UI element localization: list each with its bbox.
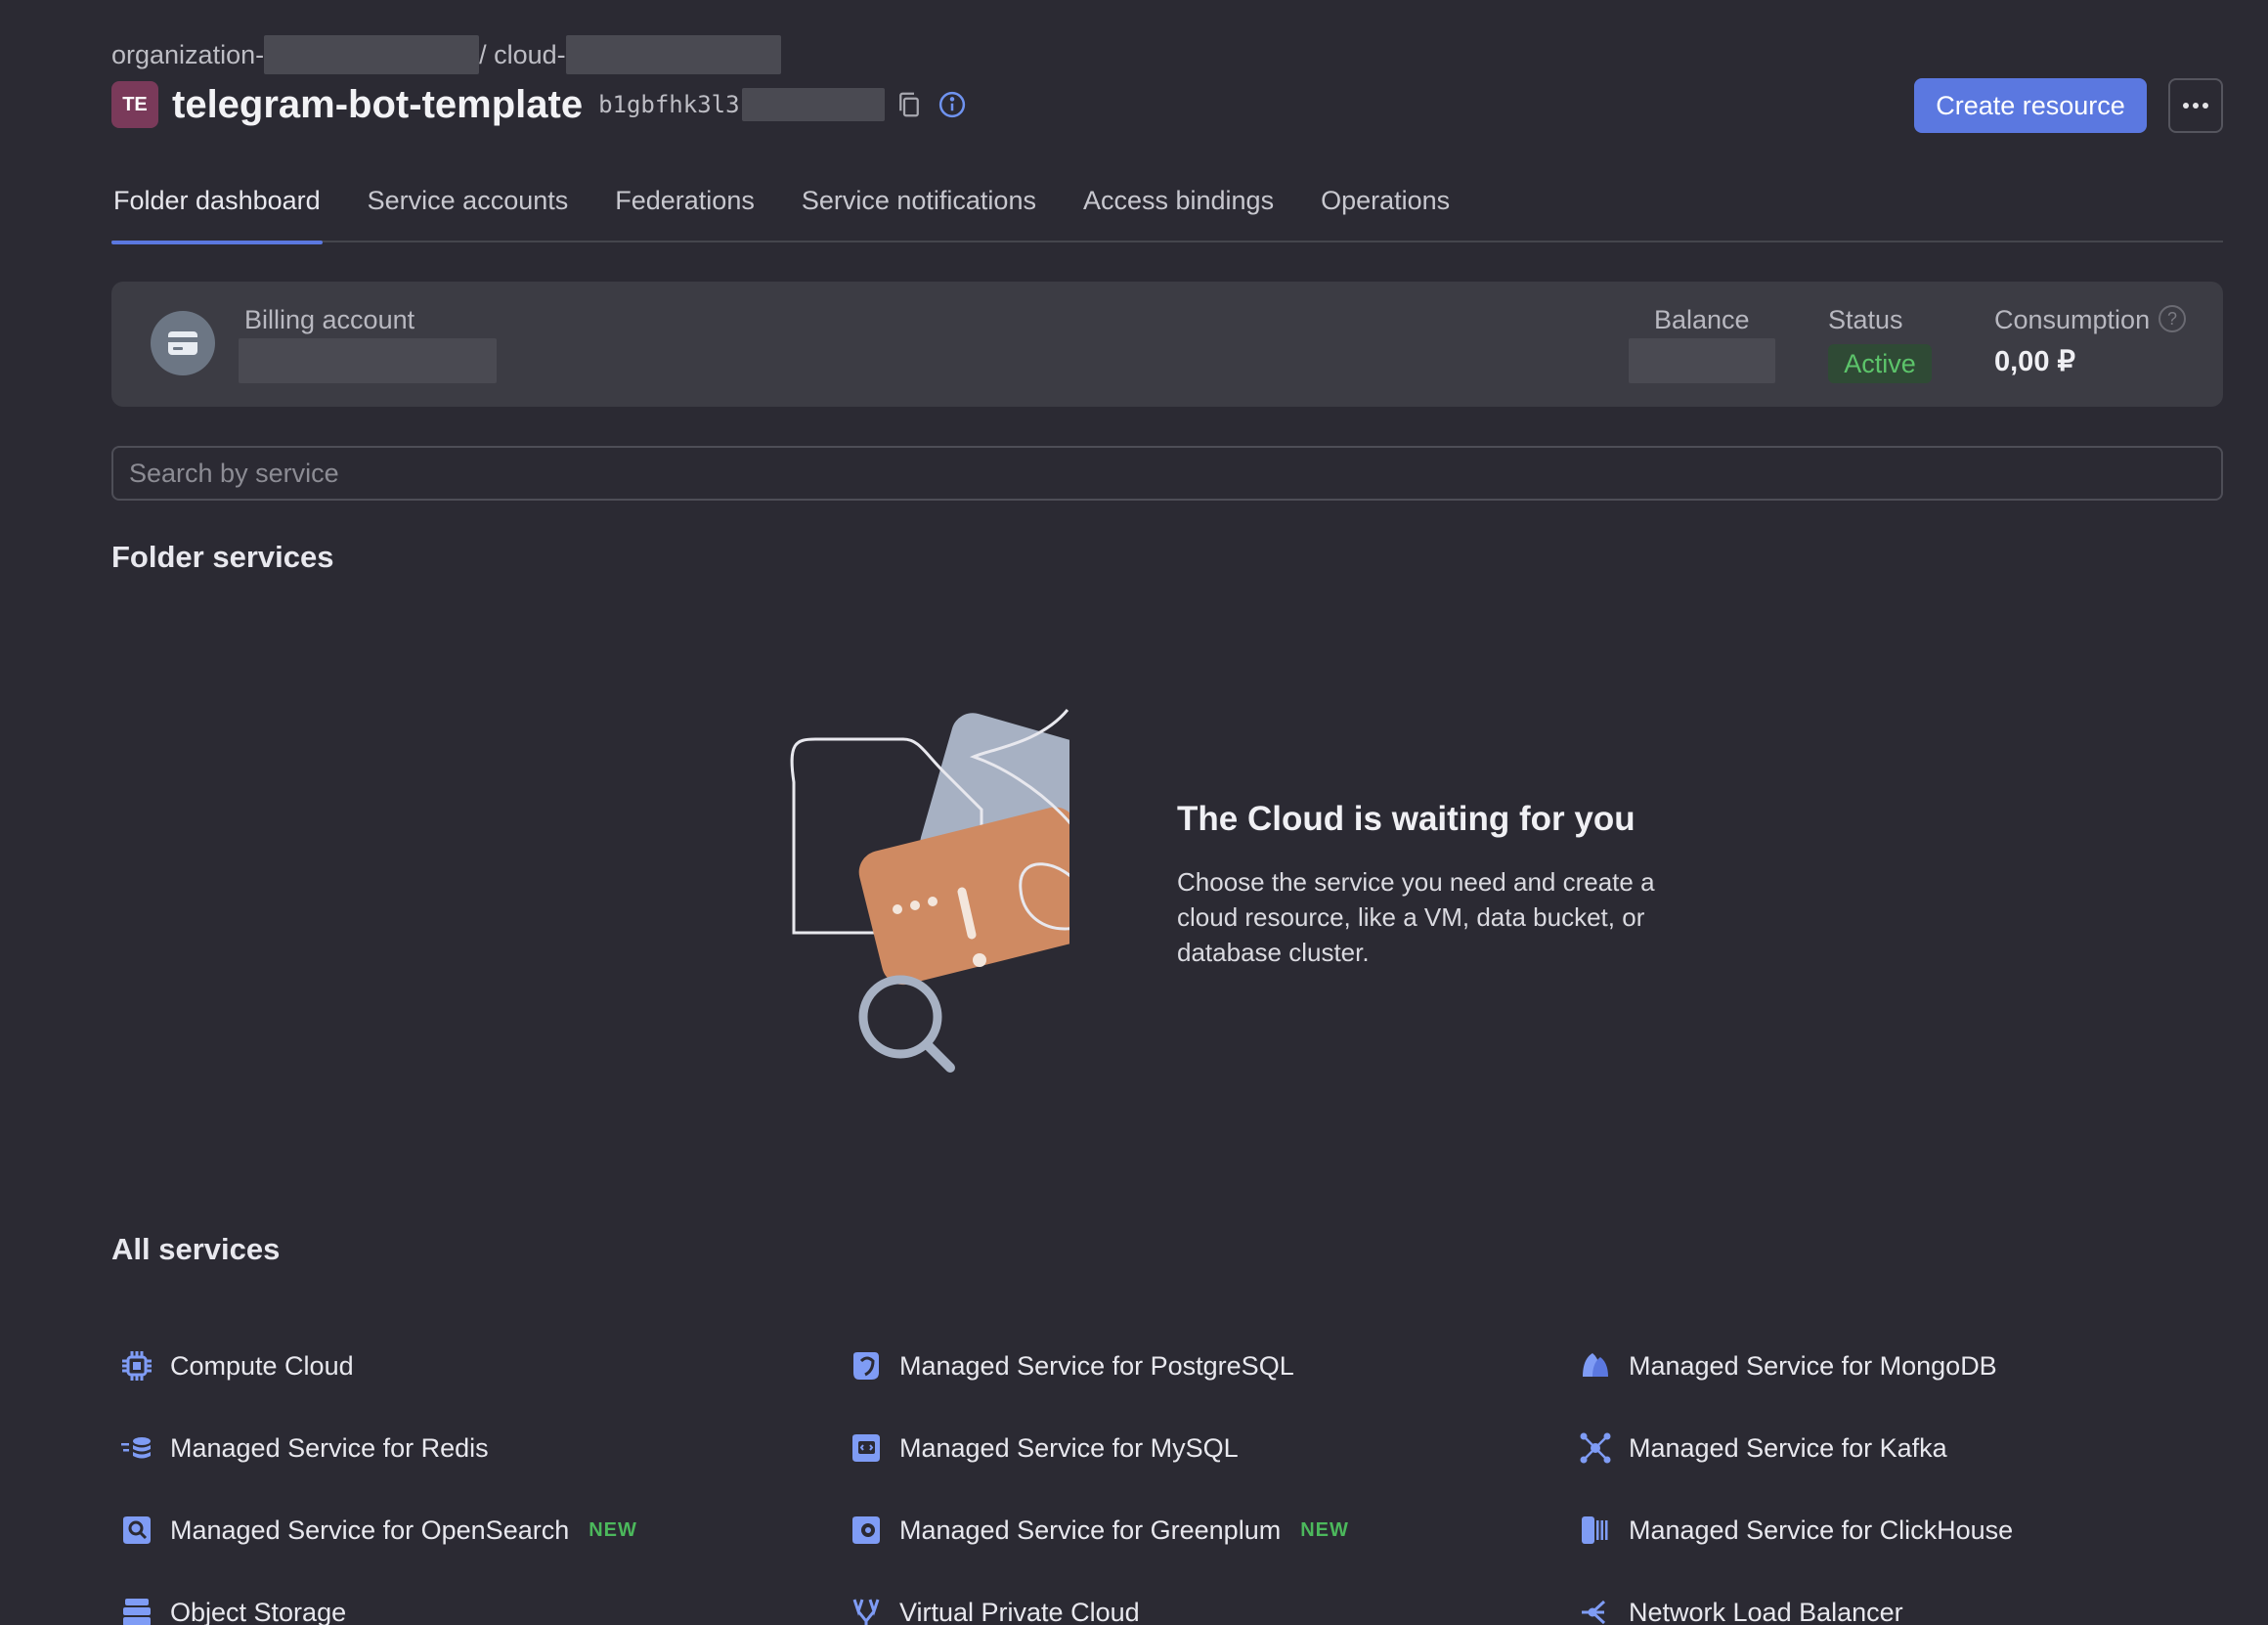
tab-service-notifications[interactable]: Service notifications <box>800 176 1038 242</box>
tab-bar: Folder dashboard Service accounts Federa… <box>111 176 2223 244</box>
redacted-billing-account[interactable] <box>239 338 497 383</box>
service-object-storage[interactable]: Object Storage <box>111 1586 841 1625</box>
empty-state-heading: The Cloud is waiting for you <box>1177 800 1636 838</box>
service-compute-cloud[interactable]: Compute Cloud <box>111 1340 841 1392</box>
service-vpc[interactable]: Virtual Private Cloud <box>841 1586 1570 1625</box>
all-services-title: All services <box>111 1232 281 1266</box>
folder-title-row: TE telegram-bot-template b1gbfhk3l3 <box>111 80 969 129</box>
copy-icon[interactable] <box>893 88 926 121</box>
empty-state-text: Choose the service you need and create a… <box>1177 867 1655 967</box>
folder-id: b1gbfhk3l3 <box>598 91 740 118</box>
search-input[interactable] <box>111 446 2223 501</box>
postgresql-icon <box>847 1346 886 1385</box>
service-label: Object Storage <box>170 1597 347 1625</box>
load-balancer-icon <box>1576 1593 1615 1625</box>
service-label: Managed Service for ClickHouse <box>1629 1515 2014 1545</box>
service-label: Compute Cloud <box>170 1350 354 1381</box>
tab-operations[interactable]: Operations <box>1319 176 1452 242</box>
consumption-label: Consumption <box>1994 305 2151 334</box>
consumption-value: 0,00 ₽ <box>1994 346 2075 377</box>
redacted-organization-name <box>264 35 480 74</box>
service-label: Virtual Private Cloud <box>899 1597 1140 1625</box>
tab-service-accounts[interactable]: Service accounts <box>366 176 571 242</box>
service-label: Network Load Balancer <box>1629 1597 1903 1625</box>
service-opensearch[interactable]: Managed Service for OpenSearch NEW <box>111 1504 841 1557</box>
breadcrumb-cloud[interactable]: / cloud- <box>479 40 566 70</box>
redacted-balance <box>1629 338 1775 383</box>
service-mongodb[interactable]: Managed Service for MongoDB <box>1570 1340 2223 1392</box>
kafka-icon <box>1576 1428 1615 1468</box>
tab-folder-dashboard[interactable]: Folder dashboard <box>111 176 323 244</box>
new-badge: NEW <box>1300 1518 1349 1541</box>
folder-avatar: TE <box>111 81 158 128</box>
billing-account-label: Billing account <box>244 305 415 334</box>
status-label: Status <box>1828 305 1903 334</box>
cpu-icon <box>117 1346 156 1385</box>
credit-card-icon <box>151 311 215 375</box>
balance-label: Balance <box>1654 305 1750 334</box>
folder-services-title: Folder services <box>111 540 334 574</box>
service-mysql[interactable]: Managed Service for MySQL <box>841 1422 1570 1474</box>
redacted-folder-id <box>741 88 885 121</box>
service-greenplum[interactable]: Managed Service for Greenplum NEW <box>841 1504 1570 1557</box>
mysql-icon <box>847 1428 886 1468</box>
service-label: Managed Service for Redis <box>170 1432 489 1463</box>
service-network-load-balancer[interactable]: Network Load Balancer <box>1570 1586 2223 1625</box>
vpc-icon <box>847 1593 886 1625</box>
service-label: Managed Service for OpenSearch <box>170 1515 570 1545</box>
service-label: Managed Service for Kafka <box>1629 1432 1947 1463</box>
services-grid: Compute Cloud Managed Service for Postgr… <box>111 1340 2223 1625</box>
mongodb-icon <box>1576 1346 1615 1385</box>
clickhouse-icon <box>1576 1511 1615 1550</box>
redacted-cloud-name <box>565 35 781 74</box>
help-icon[interactable]: ? <box>2159 305 2186 332</box>
ellipsis-icon <box>2182 97 2209 114</box>
tab-access-bindings[interactable]: Access bindings <box>1081 176 1276 242</box>
service-label: Managed Service for PostgreSQL <box>899 1350 1294 1381</box>
info-icon[interactable] <box>936 88 969 121</box>
redis-icon <box>117 1428 156 1468</box>
greenplum-icon <box>847 1511 886 1550</box>
service-postgresql[interactable]: Managed Service for PostgreSQL <box>841 1340 1570 1392</box>
new-badge: NEW <box>589 1518 637 1541</box>
object-storage-icon <box>117 1593 156 1625</box>
service-label: Managed Service for MySQL <box>899 1432 1239 1463</box>
billing-account-card: Billing account Balance Status Active Co… <box>111 282 2223 407</box>
tab-federations[interactable]: Federations <box>613 176 757 242</box>
service-clickhouse[interactable]: Managed Service for ClickHouse <box>1570 1504 2223 1557</box>
service-kafka[interactable]: Managed Service for Kafka <box>1570 1422 2223 1474</box>
breadcrumb-organization[interactable]: organization- <box>111 40 264 70</box>
service-label: Managed Service for Greenplum <box>899 1515 1282 1545</box>
service-label: Managed Service for MongoDB <box>1629 1350 1997 1381</box>
more-actions-button[interactable] <box>2168 78 2223 133</box>
create-resource-button[interactable]: Create resource <box>1914 78 2147 133</box>
service-redis[interactable]: Managed Service for Redis <box>111 1422 841 1474</box>
status-badge: Active <box>1828 344 1932 383</box>
page-title: telegram-bot-template <box>172 82 584 126</box>
empty-state-illustration <box>698 684 1109 1076</box>
opensearch-icon <box>117 1511 156 1550</box>
breadcrumb: organization- / cloud- <box>111 35 781 74</box>
